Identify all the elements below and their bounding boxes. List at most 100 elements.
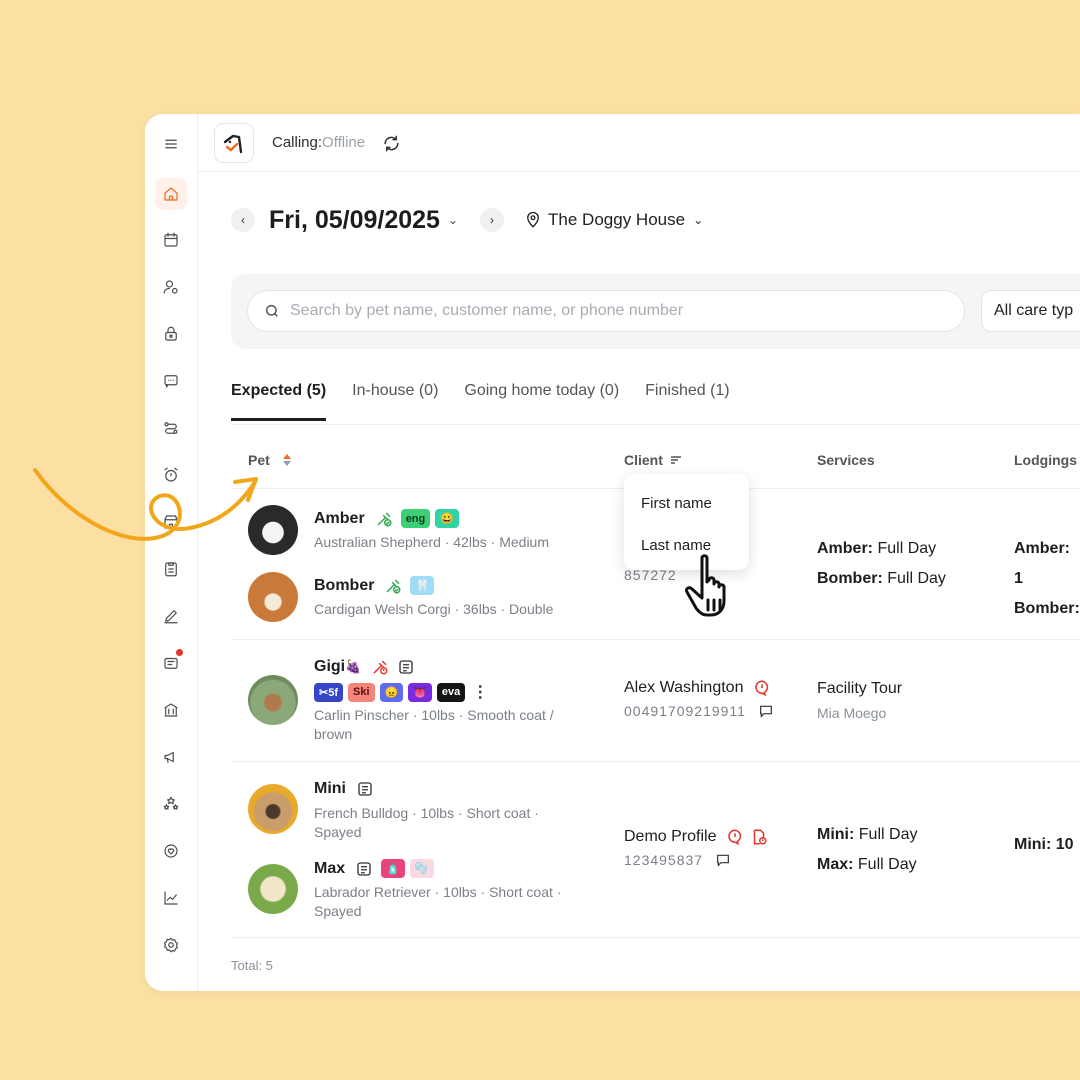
column-services: Services (817, 452, 875, 468)
vaccine-ok-icon (375, 510, 393, 528)
lodging-item: Amber: 1 (1014, 540, 1071, 587)
curly-arrow-icon (33, 468, 258, 541)
pet-desc-line: Labrador Retriever · 10lbs · Short coat … (314, 884, 562, 900)
tag-emoji: 😀 (435, 509, 459, 528)
row-divider (231, 761, 1080, 762)
route-icon[interactable] (155, 412, 187, 444)
pen-icon[interactable] (155, 600, 187, 632)
app-window: Calling:Offline ‹ Fri, 05/09/2025 ⌄ › Th… (145, 114, 1080, 991)
ticket-icon[interactable] (155, 647, 187, 679)
message-icon[interactable] (155, 365, 187, 397)
client-name-label: Demo Profile (624, 828, 717, 845)
megaphone-icon[interactable] (155, 741, 187, 773)
client-name-label: Alex Washington (624, 679, 744, 696)
total-count: Total: 5 (231, 958, 273, 973)
bank-icon[interactable] (155, 694, 187, 726)
client-icon[interactable] (155, 271, 187, 303)
pet-desc-line: Spayed (314, 903, 362, 919)
lock-icon[interactable] (155, 318, 187, 350)
pet-desc-bomber: Cardigan Welsh Corgi · 36lbs · Double (314, 601, 554, 617)
refresh-icon[interactable] (380, 132, 402, 154)
service-facility-tour: Facility Tour (817, 680, 903, 697)
search-icon (265, 304, 278, 317)
calling-status: Calling:Offline (272, 134, 365, 151)
tab-going-home[interactable]: Going home today (0) (464, 382, 619, 421)
chat-icon[interactable] (715, 852, 731, 868)
pet-desc-line: Spayed (314, 824, 362, 840)
pet-tags-gigi: ✂5f Ski 😠 👅 eva ⋮ (314, 682, 488, 702)
pet-name-max[interactable]: Max 🧴 🫧 (314, 859, 434, 878)
sort-first-name-option[interactable]: First name (641, 495, 712, 512)
hand-cursor-icon (685, 554, 726, 617)
client-phone-label: 123495837 (624, 852, 704, 868)
note-icon[interactable] (356, 780, 374, 798)
location-label: The Doggy House (548, 210, 686, 229)
lodgings-cell: Mini: 10 (1014, 836, 1074, 853)
heart-icon[interactable] (155, 835, 187, 867)
chart-icon[interactable] (155, 882, 187, 914)
tag-tooth: 🦷 (410, 576, 435, 595)
pet-desc-mini: French Bulldog · 10lbs · Short coat · Sp… (314, 804, 539, 842)
pet-name-label: Amber (314, 509, 365, 527)
tag-ski: Ski (348, 682, 375, 702)
pet-avatar-mini (248, 784, 298, 834)
service-name: Full Day (858, 826, 918, 843)
calling-label: Calling: (272, 134, 323, 151)
tab-in-house[interactable]: In-house (0) (352, 382, 438, 421)
pet-name-mini[interactable]: Mini (314, 780, 374, 798)
service-name: Full Day (887, 570, 946, 587)
date-label[interactable]: Fri, 05/09/2025 (269, 206, 440, 235)
service-staff: Mia Moego (817, 705, 887, 721)
top-bar: Calling:Offline (198, 114, 1080, 172)
location-select[interactable]: The Doggy House ⌄ (524, 210, 703, 230)
note-icon[interactable] (355, 860, 373, 878)
pet-name-amber[interactable]: Amber eng 😀 (314, 509, 459, 528)
services-cell: Mini: Full Day Max: Full Day (817, 820, 917, 880)
tab-finished[interactable]: Finished (1) (645, 382, 729, 421)
pet-desc-line: brown (314, 726, 353, 742)
client-name[interactable]: Alex Washington (624, 679, 771, 697)
chat-icon[interactable] (758, 703, 774, 719)
tabs-divider (231, 424, 1080, 425)
vaccine-alert-icon (371, 658, 389, 676)
client-name[interactable]: Demo Profile (624, 828, 768, 846)
search-placeholder: Search by pet name, customer name, or ph… (290, 302, 684, 319)
pet-desc-line: French Bulldog · 10lbs · Short coat · (314, 805, 539, 821)
settings-icon[interactable] (155, 929, 187, 961)
pet-emoji: 🍇 (345, 659, 362, 674)
column-client[interactable]: Client (624, 452, 682, 468)
pet-desc-gigi: Carlin Pinscher · 10lbs · Smooth coat / … (314, 706, 554, 744)
stars-icon[interactable] (155, 788, 187, 820)
tag-eng: eng (400, 509, 431, 528)
menu-icon[interactable] (155, 128, 187, 160)
document-alert-icon (750, 828, 768, 846)
service-name: Full Day (857, 856, 917, 873)
sort-icon[interactable] (282, 453, 292, 467)
location-pin-icon (527, 211, 539, 228)
filter-lines-icon[interactable] (670, 455, 682, 465)
next-day-button[interactable]: › (480, 208, 505, 232)
tag-bubbles: 🫧 (409, 859, 434, 878)
column-client-label: Client (624, 452, 663, 468)
pet-name-bomber[interactable]: Bomber 🦷 (314, 576, 435, 595)
client-phone: 123495837 (624, 852, 731, 868)
tab-expected[interactable]: Expected (5) (231, 382, 327, 421)
prev-day-button[interactable]: ‹ (231, 208, 255, 232)
brand-logo[interactable] (214, 123, 254, 163)
chevron-down-icon[interactable]: ⌄ (448, 213, 458, 227)
pet-avatar-max (248, 864, 298, 914)
calendar-icon[interactable] (155, 224, 187, 256)
notification-dot (176, 649, 183, 656)
service-pet: Bomber: (817, 570, 883, 587)
home-icon[interactable] (155, 178, 187, 210)
more-tags-icon[interactable]: ⋮ (472, 682, 488, 702)
care-type-select[interactable]: All care typ (981, 290, 1080, 332)
calling-offline: Offline (322, 134, 366, 151)
pet-name-gigi[interactable]: Gigi 🍇 (314, 658, 415, 676)
row-divider (231, 937, 1080, 938)
pet-name-label: Mini (314, 780, 346, 797)
note-icon[interactable] (397, 658, 415, 676)
client-phone: 00491709219911 (624, 703, 774, 719)
search-input[interactable]: Search by pet name, customer name, or ph… (247, 290, 965, 332)
alert-icon (753, 679, 771, 697)
